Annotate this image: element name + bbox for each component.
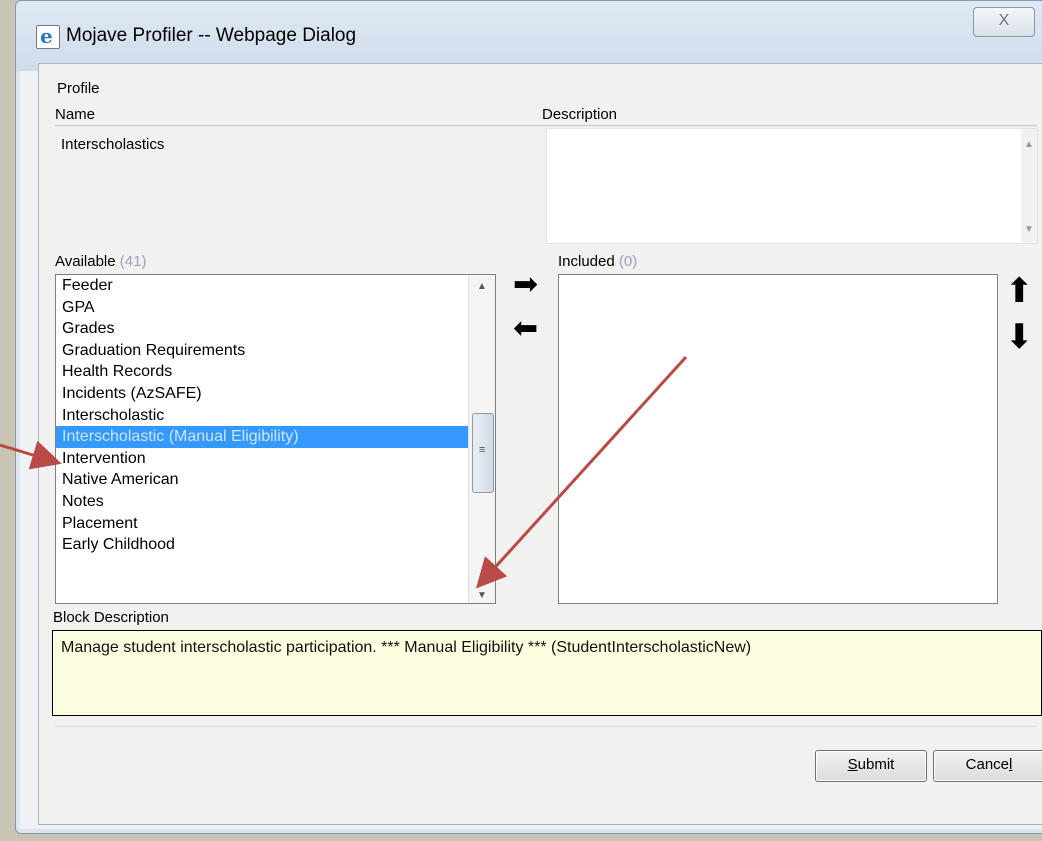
available-count: (41) bbox=[119, 253, 147, 270]
list-item[interactable]: Notes bbox=[56, 491, 495, 513]
list-item[interactable]: Interscholastic bbox=[56, 405, 495, 427]
cancel-label: Cance bbox=[965, 756, 1009, 773]
description-label: Description bbox=[542, 106, 618, 123]
available-list[interactable]: Feeder GPA Grades Graduation Requirements He… bbox=[55, 274, 496, 604]
title-bar: e Mojave Profiler -- Webpage Dialog X bbox=[16, 1, 1042, 71]
description-field[interactable]: ▲ ▼ bbox=[546, 128, 1038, 244]
included-count: (0) bbox=[618, 253, 638, 270]
browser-icon: e bbox=[36, 24, 60, 49]
included-list[interactable] bbox=[558, 274, 998, 604]
cancel-button[interactable]: Cancel bbox=[933, 750, 1042, 782]
profile-section-label: Profile bbox=[57, 80, 100, 97]
scroll-up-icon[interactable]: ▲ bbox=[1024, 139, 1034, 150]
list-item[interactable]: Native American bbox=[56, 469, 495, 491]
list-item[interactable]: Grades bbox=[56, 318, 495, 340]
available-label-text: Available bbox=[55, 253, 116, 270]
available-items: Feeder GPA Grades Graduation Requirements He… bbox=[56, 275, 495, 556]
list-item[interactable]: Incidents (AzSAFE) bbox=[56, 383, 495, 405]
list-item[interactable]: GPA bbox=[56, 297, 495, 319]
list-item[interactable]: Intervention bbox=[56, 448, 495, 470]
cancel-accel: l bbox=[1009, 756, 1013, 773]
dialog-client-area: Profile Name Description Interscholastic… bbox=[38, 63, 1042, 825]
list-item[interactable]: Placement bbox=[56, 513, 495, 535]
submit-label: ubmit bbox=[857, 756, 895, 773]
scroll-up-icon[interactable]: ▲ bbox=[477, 281, 487, 292]
list-item[interactable]: Interscholastic (Manual Eligibility) bbox=[56, 426, 495, 448]
block-description-box: Manage student interscholastic participa… bbox=[52, 630, 1042, 716]
submit-button[interactable]: Submit bbox=[815, 750, 927, 782]
scroll-thumb[interactable]: ≡ bbox=[472, 413, 494, 493]
description-scrollbar[interactable]: ▲ ▼ bbox=[1021, 129, 1037, 243]
block-description-label: Block Description bbox=[53, 609, 169, 626]
arrow-left-icon[interactable]: ⬅ bbox=[513, 314, 538, 344]
scroll-down-icon[interactable]: ▼ bbox=[477, 590, 487, 601]
available-label: Available (41) bbox=[55, 253, 146, 270]
arrow-up-icon[interactable]: ⬆ bbox=[1005, 274, 1034, 308]
included-label-text: Included bbox=[558, 253, 615, 270]
close-button[interactable]: X bbox=[973, 7, 1035, 37]
profile-name-field[interactable]: Interscholastics bbox=[56, 134, 535, 160]
list-item[interactable]: Health Records bbox=[56, 361, 495, 383]
list-item[interactable]: Graduation Requirements bbox=[56, 340, 495, 362]
scroll-down-icon[interactable]: ▼ bbox=[1024, 224, 1034, 235]
list-item[interactable]: Early Childhood bbox=[56, 534, 495, 556]
included-label: Included (0) bbox=[558, 253, 637, 270]
arrow-right-icon[interactable]: ➡ bbox=[513, 270, 538, 300]
list-item[interactable]: Feeder bbox=[56, 275, 495, 297]
name-label: Name bbox=[55, 106, 96, 123]
grip-icon: ≡ bbox=[479, 444, 486, 456]
window-title: Mojave Profiler -- Webpage Dialog bbox=[66, 25, 357, 46]
header-divider bbox=[55, 125, 1037, 126]
submit-accel: S bbox=[847, 756, 858, 773]
arrow-down-icon[interactable]: ⬇ bbox=[1005, 320, 1034, 354]
dialog-window: e Mojave Profiler -- Webpage Dialog X Pr… bbox=[15, 0, 1042, 834]
available-scrollbar[interactable]: ▲ ≡ ▼ bbox=[468, 275, 495, 603]
footer-divider bbox=[55, 726, 1037, 727]
